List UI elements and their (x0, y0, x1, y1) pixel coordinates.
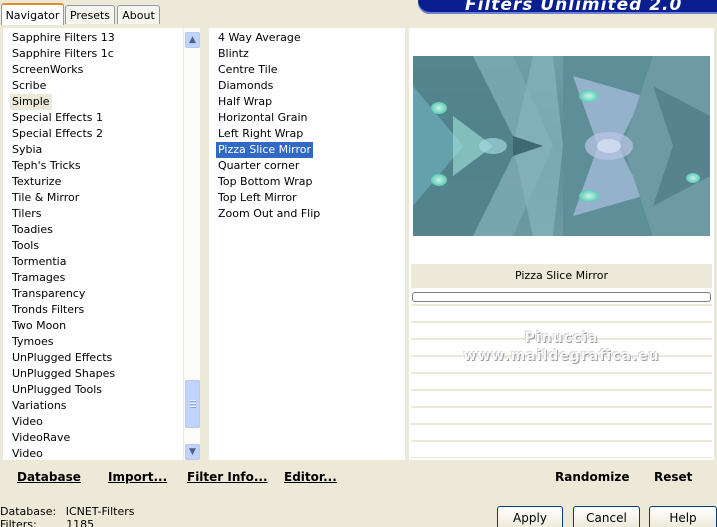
watermark-name: Pinuccia (524, 330, 599, 346)
help-button[interactable]: Help (649, 506, 717, 527)
filter-item[interactable]: Quarter corner (216, 158, 301, 174)
tab-about[interactable]: About (117, 5, 160, 24)
category-item[interactable]: Video (10, 414, 45, 430)
category-item[interactable]: Toadies (10, 222, 55, 238)
parameter-row (411, 306, 712, 321)
category-item[interactable]: Video (10, 446, 45, 462)
status-filters: Filters: 1185 (0, 518, 94, 527)
category-item[interactable]: Sapphire Filters 1c (10, 46, 116, 62)
filter-item[interactable]: Horizontal Grain (216, 110, 309, 126)
reset-button[interactable]: Reset (654, 470, 692, 484)
import-button[interactable]: Import... (108, 470, 167, 484)
selected-filter-name: Pizza Slice Mirror (411, 264, 712, 288)
preview-image-art (413, 56, 710, 236)
filter-item[interactable]: Diamonds (216, 78, 275, 94)
category-item[interactable]: Variations (10, 398, 69, 414)
category-item[interactable]: Sybia (10, 142, 44, 158)
category-item[interactable]: UnPlugged Effects (10, 350, 114, 366)
category-scrollbar[interactable]: ▲ ▼ (183, 28, 200, 460)
cancel-button[interactable]: Cancel (573, 506, 640, 527)
category-item[interactable]: Simple (10, 94, 52, 110)
category-item[interactable]: Tronds Filters (10, 302, 86, 318)
tab-presets[interactable]: Presets (65, 5, 115, 24)
randomize-button[interactable]: Randomize (555, 470, 629, 484)
category-list[interactable]: Sapphire Filters 13 Sapphire Filters 1c Sc… (3, 28, 183, 460)
filters-value: 1185 (66, 518, 95, 527)
category-item[interactable]: UnPlugged Tools (10, 382, 104, 398)
category-item[interactable]: VideoRave (10, 430, 72, 446)
filter-info-button[interactable]: Filter Info... (187, 470, 268, 484)
database-button[interactable]: Database (17, 470, 81, 484)
category-item[interactable]: Tormentia (10, 254, 68, 270)
category-item[interactable]: Special Effects 1 (10, 110, 105, 126)
window-title: Filters Unlimited 2.0 (465, 0, 683, 15)
database-label: Database: (0, 505, 57, 518)
thumb-grip (190, 400, 196, 401)
filter-item[interactable]: Blintz (216, 46, 251, 62)
thumb-grip (190, 406, 196, 407)
database-value: ICNET-Filters (65, 505, 135, 518)
parameter-row (411, 374, 712, 389)
category-item[interactable]: Tilers (10, 206, 44, 222)
filter-item[interactable]: Zoom Out and Flip (216, 206, 322, 222)
editor-button[interactable]: Editor... (284, 470, 337, 484)
category-item[interactable]: Tymoes (10, 334, 55, 350)
category-item[interactable]: UnPlugged Shapes (10, 366, 117, 382)
filters-label: Filters: (0, 518, 37, 527)
status-database: Database: ICNET-Filters (0, 505, 134, 518)
category-item[interactable]: Transparency (10, 286, 87, 302)
scroll-thumb[interactable] (185, 380, 200, 428)
preview-image (413, 56, 710, 236)
navigator-panel: Sapphire Filters 13 Sapphire Filters 1c Sc… (0, 24, 717, 492)
category-item[interactable]: Scribe (10, 78, 48, 94)
filter-item[interactable]: Pizza Slice Mirror (216, 142, 314, 158)
filter-item[interactable]: Left Right Wrap (216, 126, 305, 142)
category-item[interactable]: Tile & Mirror (10, 190, 81, 206)
category-item[interactable]: Special Effects 2 (10, 126, 105, 142)
parameter-row (411, 391, 712, 406)
category-item[interactable]: Two Moon (10, 318, 68, 334)
preview-panel: Pizza Slice Mirror Pinuccia www.maildegr… (409, 28, 714, 460)
tab-navigator[interactable]: Navigator (1, 3, 64, 25)
category-item[interactable]: Sapphire Filters 13 (10, 30, 117, 46)
apply-button[interactable]: Apply (497, 506, 563, 527)
parameter-row (411, 408, 712, 423)
filter-item[interactable]: Centre Tile (216, 62, 280, 78)
category-item[interactable]: Texturize (10, 174, 63, 190)
scroll-up-button[interactable]: ▲ (185, 32, 200, 48)
progress-bar (412, 292, 711, 302)
filter-item[interactable]: Half Wrap (216, 94, 274, 110)
category-item[interactable]: ScreenWorks (10, 62, 85, 78)
parameter-area: Pinuccia www.maildegrafica.eu (411, 304, 712, 458)
category-item[interactable]: Tools (10, 238, 41, 254)
category-item[interactable]: Teph's Tricks (10, 158, 83, 174)
filter-item[interactable]: Top Bottom Wrap (216, 174, 315, 190)
watermark-url: www.maildegrafica.eu (463, 348, 660, 364)
parameter-row (411, 442, 712, 457)
filter-item[interactable]: Top Left Mirror (216, 190, 299, 206)
filter-item[interactable]: 4 Way Average (216, 30, 303, 46)
scroll-down-button[interactable]: ▼ (185, 444, 200, 460)
thumb-grip (190, 403, 196, 404)
category-item[interactable]: Tramages (10, 270, 67, 286)
filter-list[interactable]: 4 Way Average Blintz Centre Tile Diamonds Ha… (209, 28, 405, 460)
parameter-row (411, 425, 712, 440)
